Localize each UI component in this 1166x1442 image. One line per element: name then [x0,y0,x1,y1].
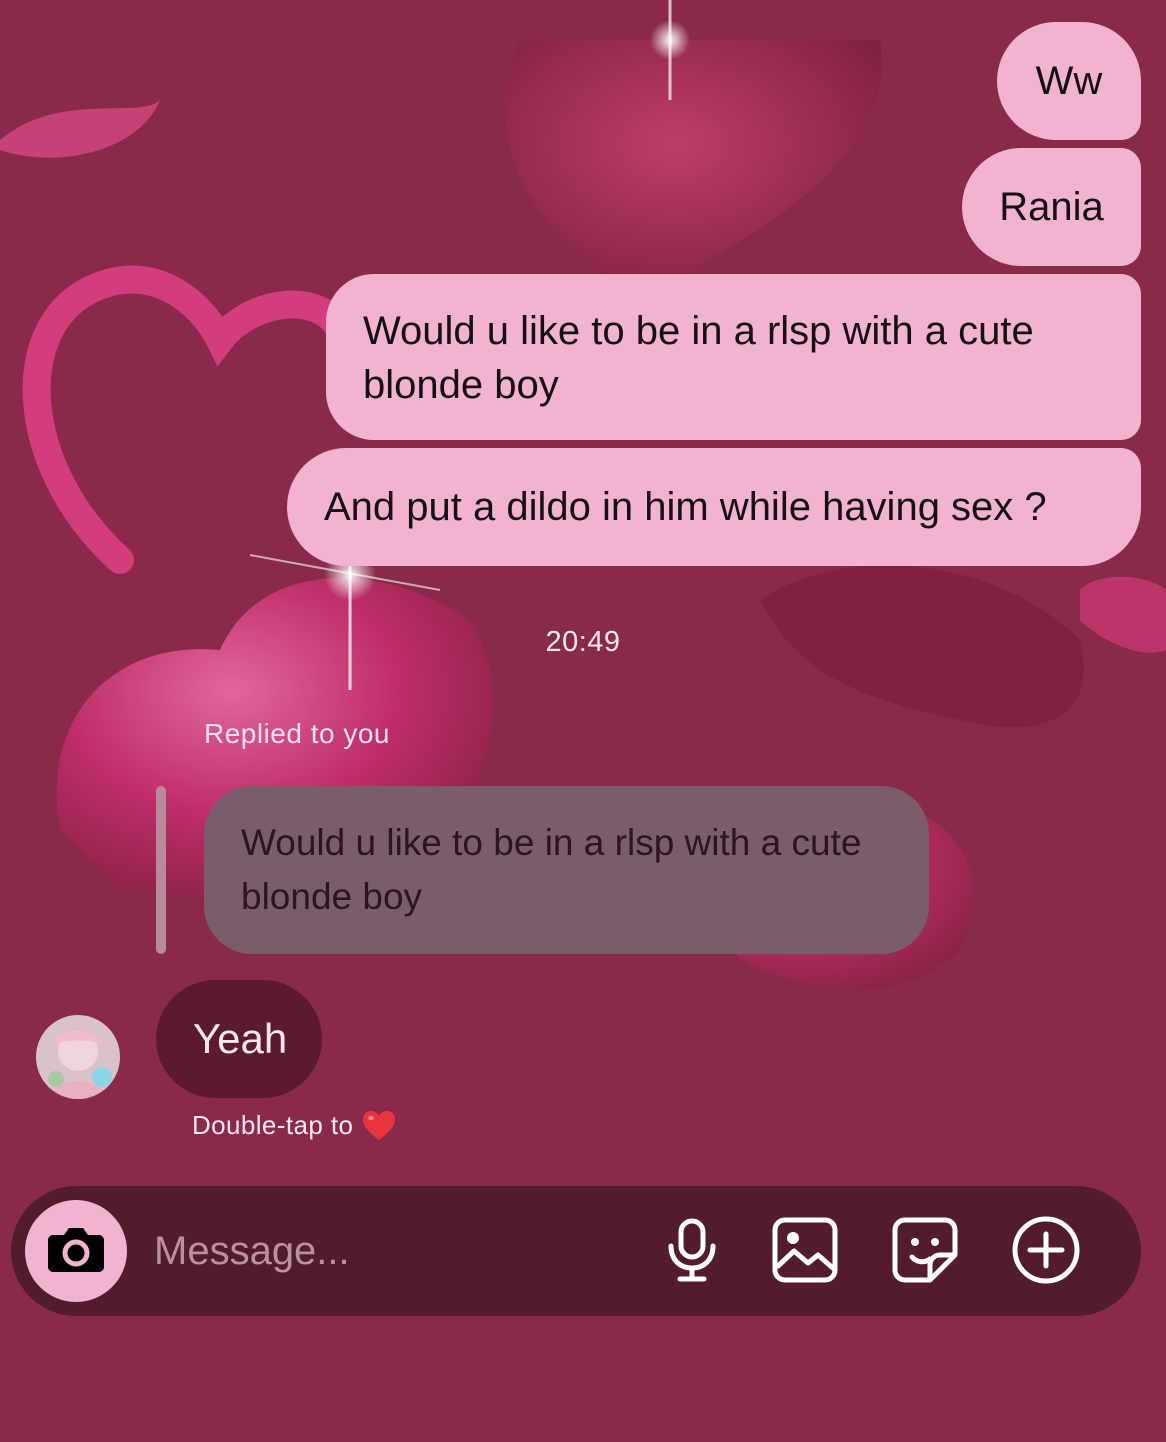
message-text: Yeah [193,1015,288,1062]
hint-text: Double-tap to [192,1110,354,1140]
microphone-button[interactable] [656,1216,728,1288]
outgoing-message[interactable]: Rania [962,148,1141,266]
quoted-text: Would u like to be in a rlsp with a cute… [241,822,862,917]
outgoing-message[interactable]: Ww [997,22,1141,140]
replied-label: Replied to you [204,718,391,749]
quoted-message[interactable]: Would u like to be in a rlsp with a cute… [204,786,929,954]
incoming-message[interactable]: Yeah [156,980,322,1098]
red-heart-icon [363,1110,396,1141]
message-text: Ww [1035,59,1103,103]
gallery-button[interactable] [769,1216,841,1288]
plus-icon [1011,1215,1081,1290]
message-composer [11,1186,1141,1316]
message-input[interactable] [154,1220,624,1282]
camera-button[interactable] [25,1200,127,1302]
message-text: Rania [999,185,1104,229]
outgoing-message[interactable]: Would u like to be in a rlsp with a cute… [326,274,1141,440]
reply-indicator-bar [156,786,166,954]
outgoing-message[interactable]: And put a dildo in him while having sex … [287,448,1141,566]
camera-icon [47,1225,105,1278]
message-text: Would u like to be in a rlsp with a cute… [363,309,1034,407]
message-text: And put a dildo in him while having sex … [324,485,1047,529]
microphone-icon [664,1218,720,1287]
double-tap-hint: Double-tap to [192,1110,396,1141]
sticker-icon [892,1217,958,1288]
add-button[interactable] [1010,1216,1082,1288]
message-timestamp: 20:49 [545,626,621,658]
profile-avatar[interactable] [36,1015,120,1099]
sticker-button[interactable] [889,1216,961,1288]
gallery-icon [772,1217,838,1288]
